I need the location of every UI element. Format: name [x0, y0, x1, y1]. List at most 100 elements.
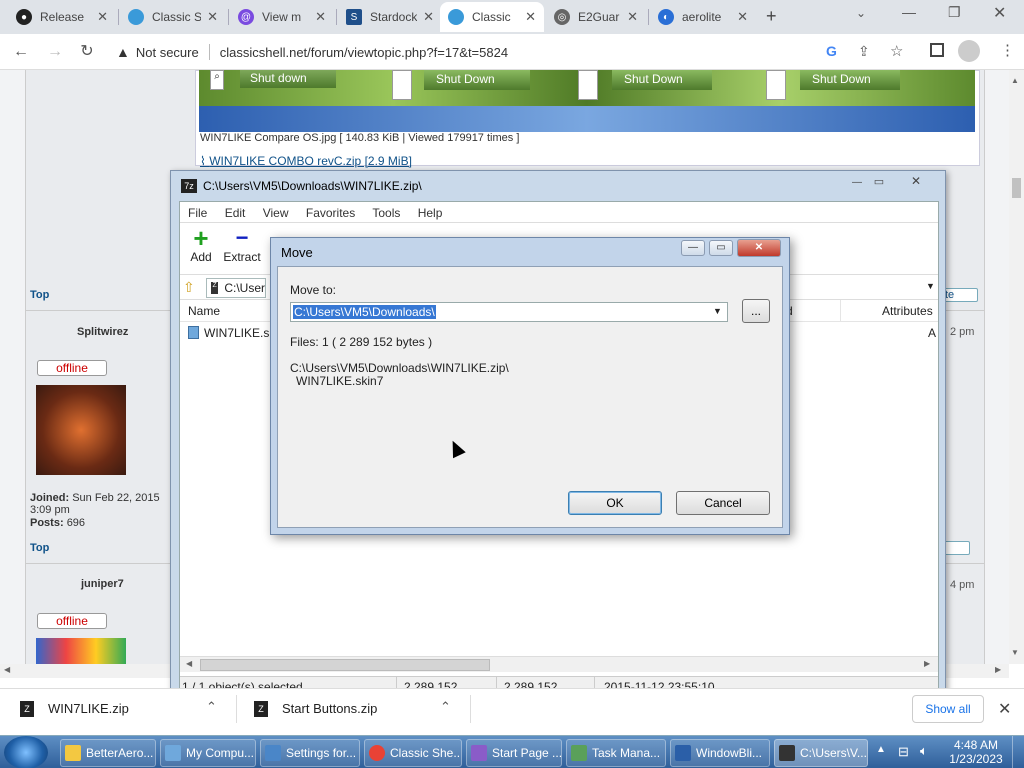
taskbar-preview-image [199, 106, 975, 132]
move-dialog[interactable]: Move — ▭ ✕ Move to: C:\Users\VM5\Downloa… [270, 237, 790, 535]
scroll-thumb[interactable] [1012, 178, 1021, 198]
extract-button[interactable]: − Extract [222, 226, 262, 265]
chevron-up-icon[interactable]: ⌃ [206, 699, 217, 715]
settings-icon [265, 745, 281, 761]
destination-path-text[interactable]: C:\Users\VM5\Downloads\ [293, 305, 436, 319]
column-name[interactable]: Name [188, 304, 220, 318]
clock[interactable]: 4:48 AM 1/23/2023 [944, 738, 1008, 766]
tab-separator [336, 9, 337, 25]
scroll-right-icon[interactable]: ▶ [995, 665, 1001, 674]
url-text[interactable]: classicshell.net/forum/viewtopic.php?f=1… [220, 45, 508, 60]
cancel-button[interactable]: Cancel [676, 491, 770, 515]
close-icon[interactable]: ✕ [905, 174, 927, 188]
dropdown-arrow-icon[interactable]: ▼ [713, 306, 722, 316]
taskbar-item[interactable]: My Compu... [160, 739, 256, 767]
tab-stardock[interactable]: S Stardock ✕ [338, 2, 442, 32]
menu-edit[interactable]: Edit [225, 206, 246, 220]
close-tab-icon[interactable]: ✕ [423, 9, 434, 25]
scroll-thumb[interactable] [200, 659, 490, 671]
menu-favorites[interactable]: Favorites [306, 206, 355, 220]
scroll-down-icon[interactable]: ▼ [1011, 648, 1019, 657]
taskbar-item[interactable]: Start Page ... [466, 739, 562, 767]
top-link[interactable]: Top [30, 542, 49, 554]
close-tab-icon[interactable]: ✕ [627, 9, 638, 25]
address-bar[interactable]: ▲ Not secure classicshell.net/forum/view… [108, 38, 918, 66]
download-item-name[interactable]: WIN7LIKE.zip [48, 701, 129, 716]
column-divider[interactable] [840, 300, 841, 322]
taskbar-item[interactable]: WindowBli... [670, 739, 770, 767]
close-tab-icon[interactable]: ✕ [315, 9, 326, 25]
tab-search-icon[interactable]: ⌄ [856, 6, 866, 20]
tab-separator [648, 9, 649, 25]
minimize-icon[interactable]: — [902, 4, 916, 20]
maximize-icon[interactable]: ▭ [709, 240, 733, 256]
list-horizontal-scrollbar[interactable]: ◀ ▶ [180, 656, 938, 672]
7zip-icon [779, 745, 795, 761]
windowblinds-icon [675, 745, 691, 761]
tab-classic-shell-1[interactable]: Classic S ✕ [120, 2, 226, 32]
attachment-link[interactable]: ⌇ WIN7LIKE COMBO revC.zip [2.9 MiB] [200, 154, 412, 168]
minimize-icon[interactable]: — [847, 177, 867, 191]
maximize-icon[interactable]: ▭ [869, 175, 889, 189]
taskbar-item[interactable]: Settings for... [260, 739, 360, 767]
google-icon[interactable]: G [826, 43, 837, 59]
close-tab-icon[interactable]: ✕ [737, 9, 748, 25]
tab-view-message[interactable]: @ View m ✕ [230, 2, 334, 32]
add-button[interactable]: + Add [186, 225, 216, 264]
show-all-button[interactable]: Show all [912, 695, 984, 723]
taskbar-item[interactable]: BetterAero... [60, 739, 156, 767]
browse-button[interactable]: ... [742, 299, 770, 323]
start-button[interactable] [4, 736, 48, 768]
back-arrow-icon[interactable]: ← [10, 42, 32, 62]
username[interactable]: juniper7 [81, 578, 124, 590]
scroll-up-icon[interactable]: ▲ [1011, 76, 1019, 85]
destination-path-combobox[interactable]: C:\Users\VM5\Downloads\ ▼ [290, 302, 728, 322]
close-icon[interactable]: ✕ [737, 239, 781, 257]
path-field[interactable]: Z C:\User [206, 278, 266, 298]
kebab-menu-icon[interactable]: ⋮ [1000, 41, 1015, 59]
close-tab-icon[interactable]: ✕ [207, 9, 218, 25]
download-item-name[interactable]: Start Buttons.zip [282, 701, 377, 716]
menu-file[interactable]: File [188, 206, 207, 220]
downloads-bar: Z WIN7LIKE.zip ⌃ Z Start Buttons.zip ⌃ S… [0, 688, 1024, 728]
bookmark-star-icon[interactable]: ☆ [890, 42, 903, 60]
path-dropdown-icon[interactable]: ▼ [926, 281, 935, 291]
profile-avatar-icon[interactable] [958, 40, 980, 62]
ok-button[interactable]: OK [568, 491, 662, 515]
tab-e2guardian[interactable]: ◎ E2Guar ✕ [546, 2, 646, 32]
taskbar-item-active[interactable]: C:\Users\V... [774, 739, 868, 767]
minimize-icon[interactable]: — [681, 240, 705, 256]
username[interactable]: Splitwirez [77, 326, 128, 338]
taskbar-item[interactable]: Task Mana... [566, 739, 666, 767]
tab-aerolite[interactable]: ◐ aerolite ✕ [650, 2, 756, 32]
search-icon [766, 70, 786, 100]
scroll-right-icon[interactable]: ▶ [924, 659, 930, 668]
forward-arrow-icon[interactable]: → [44, 42, 66, 62]
tab-classic-shell-active[interactable]: Classic ✕ [440, 2, 544, 32]
close-window-icon[interactable]: ✕ [993, 3, 1006, 23]
up-folder-icon[interactable]: ⇧ [183, 279, 195, 296]
menu-help[interactable]: Help [418, 206, 443, 220]
close-tab-icon[interactable]: ✕ [525, 9, 536, 25]
show-desktop-button[interactable] [1012, 736, 1024, 768]
close-tab-icon[interactable]: ✕ [97, 9, 108, 25]
top-link[interactable]: Top [30, 289, 49, 301]
network-icon[interactable]: ⊟ [898, 744, 909, 760]
column-attributes[interactable]: Attributes [882, 304, 933, 318]
menu-tools[interactable]: Tools [372, 206, 400, 220]
new-tab-button[interactable]: + [766, 6, 777, 27]
tab-release[interactable]: ● Release ✕ [8, 2, 116, 32]
side-panel-icon[interactable] [930, 43, 944, 57]
page-vertical-scrollbar[interactable]: ▲ ▼ [1009, 70, 1024, 664]
menu-view[interactable]: View [263, 206, 289, 220]
scroll-left-icon[interactable]: ◀ [186, 659, 192, 668]
show-hidden-icons-icon[interactable]: ▲ [876, 744, 886, 755]
reload-icon[interactable]: ↻ [76, 42, 98, 62]
taskbar-item[interactable]: Classic She... [364, 739, 462, 767]
volume-icon[interactable]: 🔈︎ [920, 743, 928, 759]
share-icon[interactable]: ⇪ [858, 43, 870, 60]
close-icon[interactable]: ✕ [998, 699, 1011, 719]
scroll-left-icon[interactable]: ◀ [4, 665, 10, 674]
restore-icon[interactable]: ❐ [948, 4, 961, 21]
chevron-up-icon[interactable]: ⌃ [440, 699, 451, 715]
